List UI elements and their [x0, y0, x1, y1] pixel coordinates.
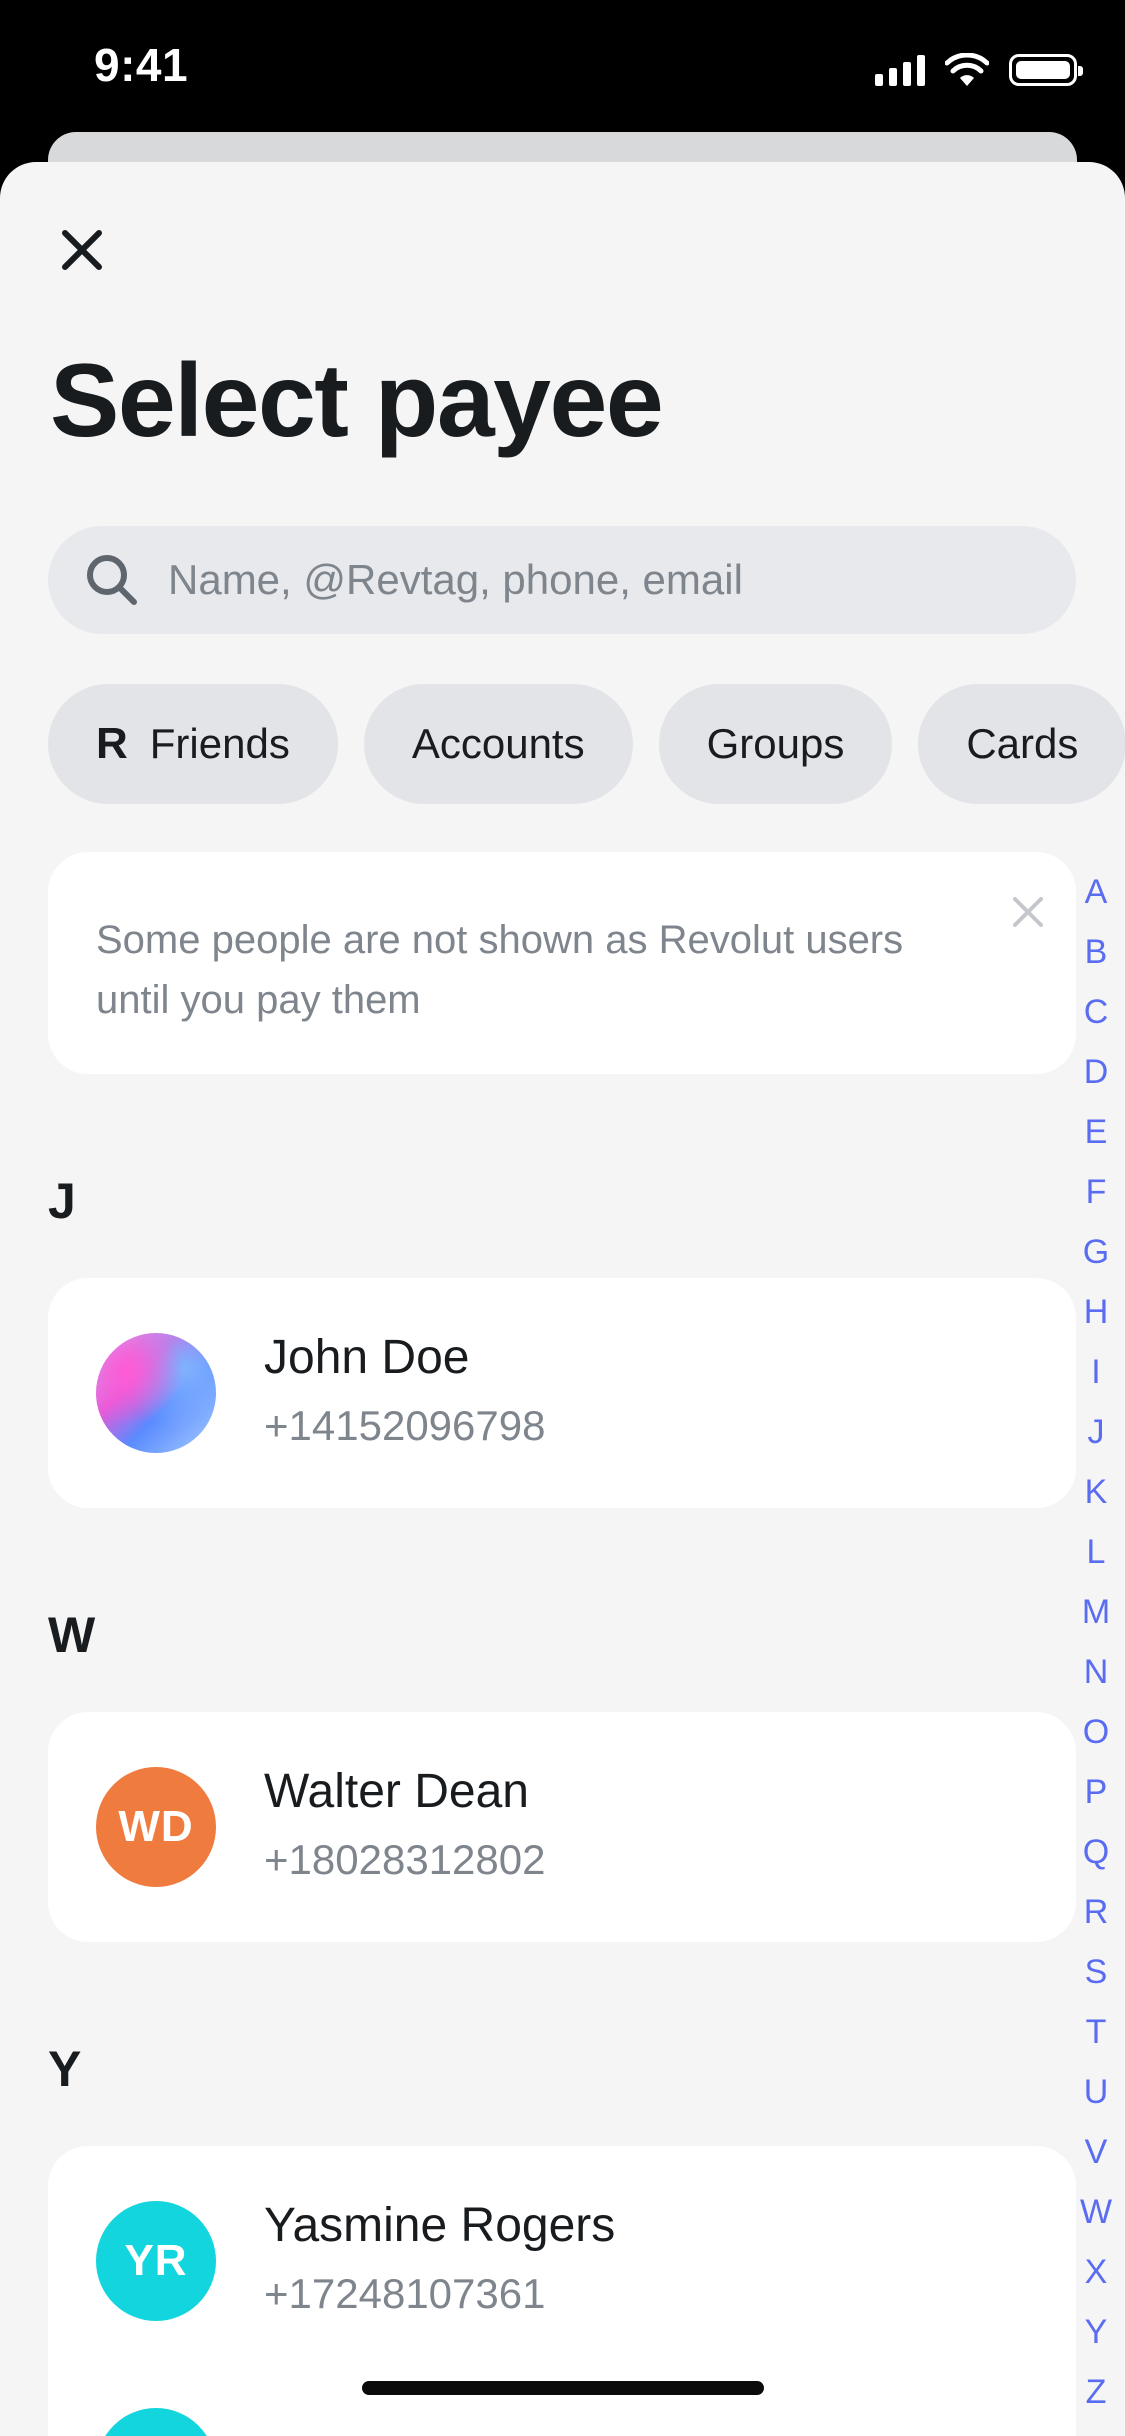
index-letter[interactable]: J: [1088, 1402, 1105, 1462]
wifi-icon: [945, 53, 989, 86]
contact-name: Yasmine Rogers: [264, 2199, 616, 2252]
filter-chip-groups[interactable]: Groups: [658, 684, 893, 804]
page-title: Select payee: [50, 343, 664, 459]
contact-name: John Doe: [264, 1331, 470, 1384]
status-bar: 9:41: [0, 0, 1125, 140]
filter-chip-cards[interactable]: Cards: [918, 684, 1125, 804]
index-letter[interactable]: I: [1091, 1342, 1100, 1402]
contact-phone: +17248107361: [264, 2270, 546, 2317]
close-icon: [1013, 897, 1043, 927]
alphabet-index[interactable]: A B C D E F G H I J K L M N O P Q R S T …: [1071, 862, 1121, 2436]
revolut-r-logo-icon: R: [96, 719, 128, 768]
index-letter[interactable]: P: [1085, 1762, 1108, 1822]
index-letter[interactable]: U: [1084, 2062, 1109, 2122]
index-letter[interactable]: T: [1086, 2002, 1107, 2062]
index-letter[interactable]: C: [1084, 982, 1109, 1042]
search-icon: [87, 555, 137, 605]
index-letter[interactable]: K: [1085, 1462, 1108, 1522]
index-letter[interactable]: N: [1084, 1642, 1109, 1702]
index-letter[interactable]: V: [1085, 2122, 1108, 2182]
avatar: YR: [96, 2201, 216, 2321]
close-icon: [62, 230, 102, 270]
close-button[interactable]: [52, 220, 112, 280]
filter-chips: R Friends Accounts Groups Cards: [48, 684, 1125, 804]
filter-chip-label: Friends: [149, 720, 290, 767]
contact-name: Walter Dean: [264, 1765, 529, 1818]
cellular-signal-icon: [875, 54, 925, 86]
filter-chip-accounts[interactable]: Accounts: [363, 684, 633, 804]
section-header-j: J: [48, 1173, 76, 1229]
avatar: [96, 2408, 216, 2436]
index-letter[interactable]: S: [1085, 1942, 1108, 2002]
index-letter[interactable]: Y: [1085, 2302, 1108, 2362]
filter-chip-friends[interactable]: R Friends: [48, 684, 338, 804]
index-letter[interactable]: Q: [1083, 1822, 1109, 1882]
index-letter[interactable]: H: [1084, 1282, 1109, 1342]
avatar: WD: [96, 1767, 216, 1887]
index-letter[interactable]: A: [1085, 862, 1108, 922]
filter-chip-label: Accounts: [411, 720, 585, 767]
index-letter[interactable]: X: [1085, 2242, 1108, 2302]
contact-row-john-doe[interactable]: John Doe +14152096798: [48, 1278, 1076, 1508]
search-bar[interactable]: [48, 526, 1076, 634]
index-letter[interactable]: B: [1085, 922, 1108, 982]
banner-dismiss-button[interactable]: [1004, 888, 1052, 936]
contact-phone: +18028312802: [264, 1836, 546, 1883]
status-icons: [875, 48, 1083, 92]
filter-chip-label: Cards: [966, 720, 1079, 767]
index-letter[interactable]: D: [1084, 1042, 1109, 1102]
index-letter[interactable]: W: [1080, 2182, 1112, 2242]
contact-row-walter-dean[interactable]: WD Walter Dean +18028312802: [48, 1712, 1076, 1942]
index-letter[interactable]: Z: [1086, 2362, 1107, 2422]
index-letter[interactable]: #: [1087, 2422, 1106, 2436]
avatar: [96, 1333, 216, 1453]
battery-icon: [1009, 54, 1083, 86]
screen: 9:41 Select payee Name, @Revtag, phone, …: [0, 0, 1125, 2436]
home-indicator: [362, 2381, 764, 2395]
index-letter[interactable]: F: [1086, 1162, 1107, 1222]
index-letter[interactable]: L: [1087, 1522, 1106, 1582]
index-letter[interactable]: M: [1082, 1582, 1110, 1642]
search-input[interactable]: [168, 556, 1048, 604]
filter-chip-label: Groups: [706, 720, 845, 767]
info-banner: Some people are not shown as Revolut use…: [48, 852, 1076, 1074]
index-letter[interactable]: R: [1084, 1882, 1109, 1942]
section-header-y: Y: [48, 2041, 82, 2097]
status-time: 9:41: [94, 39, 189, 91]
index-letter[interactable]: E: [1085, 1102, 1108, 1162]
index-letter[interactable]: G: [1083, 1222, 1109, 1282]
contact-phone: +14152096798: [264, 1402, 546, 1449]
banner-text: Some people are not shown as Revolut use…: [96, 918, 904, 1022]
section-header-w: W: [48, 1607, 96, 1663]
select-payee-sheet: Select payee R Friends Accounts Groups C…: [0, 162, 1125, 2436]
index-letter[interactable]: O: [1083, 1702, 1109, 1762]
